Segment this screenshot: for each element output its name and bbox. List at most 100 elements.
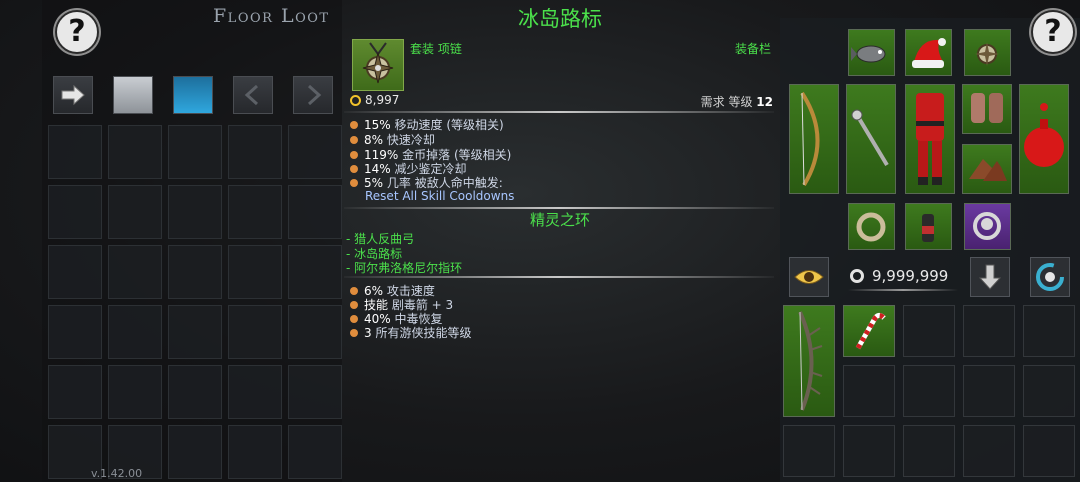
- toggle-visibility-button[interactable]: [789, 257, 829, 297]
- inventory-slot[interactable]: [903, 365, 955, 417]
- required-level-value: 12: [756, 95, 773, 109]
- inventory-slot[interactable]: [903, 425, 955, 477]
- item-value: 8,997: [350, 93, 399, 107]
- floor-loot-slot[interactable]: [168, 425, 222, 479]
- bullet-icon: [350, 314, 358, 323]
- help-button-left[interactable]: ?: [55, 10, 99, 54]
- floor-loot-slot[interactable]: [288, 125, 342, 179]
- floor-loot-slot[interactable]: [168, 185, 222, 239]
- inventory-slot[interactable]: [1023, 365, 1075, 417]
- floor-loot-slot[interactable]: [288, 185, 342, 239]
- bullet-icon: [350, 120, 358, 129]
- bullet-icon: [350, 286, 358, 295]
- gloves-icon: [971, 93, 1003, 123]
- refresh-icon: [1036, 263, 1064, 291]
- floor-loot-slot[interactable]: [48, 125, 102, 179]
- pet-slot[interactable]: [848, 29, 895, 76]
- gold-ring-icon: [850, 269, 864, 283]
- filter-white-button[interactable]: [113, 76, 153, 114]
- weapon-slot[interactable]: [789, 84, 839, 194]
- floor-loot-slot[interactable]: [168, 245, 222, 299]
- helmet-slot[interactable]: [905, 29, 952, 76]
- floor-loot-slot[interactable]: [228, 305, 282, 359]
- consumable-slot[interactable]: [905, 203, 952, 250]
- inventory-slot[interactable]: [963, 425, 1015, 477]
- inventory-slot[interactable]: [963, 305, 1015, 357]
- red-sack-icon: [1024, 103, 1064, 167]
- inventory-slot[interactable]: [843, 365, 895, 417]
- help-button-right[interactable]: ?: [1031, 10, 1075, 54]
- floor-loot-slot[interactable]: [228, 125, 282, 179]
- candy-cane-icon: [855, 312, 886, 350]
- amulet-icon: [975, 42, 999, 66]
- equipped-label: 装备栏: [735, 42, 772, 56]
- floor-loot-slot[interactable]: [48, 185, 102, 239]
- floor-loot-slot[interactable]: [228, 365, 282, 419]
- floor-loot-slot[interactable]: [168, 125, 222, 179]
- floor-loot-slot[interactable]: [288, 305, 342, 359]
- floor-loot-slot[interactable]: [288, 365, 342, 419]
- floor-loot-slot[interactable]: [108, 125, 162, 179]
- floor-loot-slot[interactable]: [288, 425, 342, 479]
- page-next-button[interactable]: [293, 76, 333, 114]
- sort-inventory-button[interactable]: [1030, 257, 1070, 297]
- staff-icon: [851, 109, 889, 167]
- arrow-down-icon: [978, 264, 1002, 290]
- trigger-skill-name: Reset All Skill Cooldowns: [365, 189, 515, 203]
- floor-loot-slot[interactable]: [108, 185, 162, 239]
- floor-loot-slot[interactable]: [288, 245, 342, 299]
- skull-ring-icon: [973, 212, 1001, 240]
- bullet-icon: [350, 328, 358, 337]
- gold-total: 9,999,999: [850, 267, 948, 285]
- page-prev-button[interactable]: [233, 76, 273, 114]
- inventory-slot[interactable]: [963, 365, 1015, 417]
- floor-loot-slot[interactable]: [228, 245, 282, 299]
- amulet-icon: [362, 42, 394, 84]
- floor-loot-slot[interactable]: [108, 245, 162, 299]
- filter-blue-button[interactable]: [173, 76, 213, 114]
- inventory-slot[interactable]: [1023, 305, 1075, 357]
- tooltip-divider: [344, 111, 774, 113]
- inventory-slot[interactable]: [843, 425, 895, 477]
- arrow-right-icon: [61, 84, 85, 106]
- bullet-icon: [350, 150, 358, 159]
- offhand-slot[interactable]: [846, 84, 896, 194]
- bag-slot[interactable]: [1019, 84, 1069, 194]
- ring-icon: [856, 212, 886, 242]
- inventory-item-bow[interactable]: [783, 305, 835, 417]
- required-level-label: 需求 等级: [700, 95, 753, 109]
- amulet-slot[interactable]: [964, 29, 1011, 76]
- inventory-slot[interactable]: [903, 305, 955, 357]
- floor-loot-slot[interactable]: [48, 365, 102, 419]
- amulet-item-icon: [352, 39, 404, 91]
- ring-slot-right[interactable]: [964, 203, 1011, 250]
- set-item: - 阿尔弗洛格尼尔指环: [346, 261, 463, 275]
- item-name: 冰岛路标: [518, 7, 602, 31]
- floor-loot-slot[interactable]: [108, 365, 162, 419]
- set-bonus-line: 3 所有游侠技能等级: [350, 324, 471, 341]
- potion-icon: [922, 214, 934, 242]
- inventory-slot[interactable]: [1023, 425, 1075, 477]
- bow-icon: [800, 91, 820, 187]
- gloves-slot[interactable]: [962, 84, 1012, 134]
- required-level: 需求 等级 12: [701, 93, 773, 110]
- floor-loot-slot[interactable]: [48, 305, 102, 359]
- version-label: v.1.42.00: [91, 467, 143, 480]
- set-bonus-divider: [344, 276, 774, 278]
- inventory-item-candy-cane[interactable]: [843, 305, 895, 357]
- boots-slot[interactable]: [962, 144, 1012, 194]
- floor-loot-slot[interactable]: [48, 245, 102, 299]
- floor-loot-slot[interactable]: [168, 365, 222, 419]
- floor-loot-slot[interactable]: [168, 305, 222, 359]
- ring-slot-left[interactable]: [848, 203, 895, 250]
- bullet-icon: [350, 135, 358, 144]
- bullet-icon: [350, 300, 358, 309]
- floor-loot-slot[interactable]: [228, 425, 282, 479]
- drop-items-button[interactable]: [970, 257, 1010, 297]
- floor-loot-slot[interactable]: [108, 305, 162, 359]
- floor-loot-slot[interactable]: [228, 185, 282, 239]
- inventory-slot[interactable]: [783, 425, 835, 477]
- transfer-arrow-button[interactable]: [53, 76, 93, 114]
- armor-slot[interactable]: [905, 84, 955, 194]
- santa-suit-icon: [916, 93, 944, 185]
